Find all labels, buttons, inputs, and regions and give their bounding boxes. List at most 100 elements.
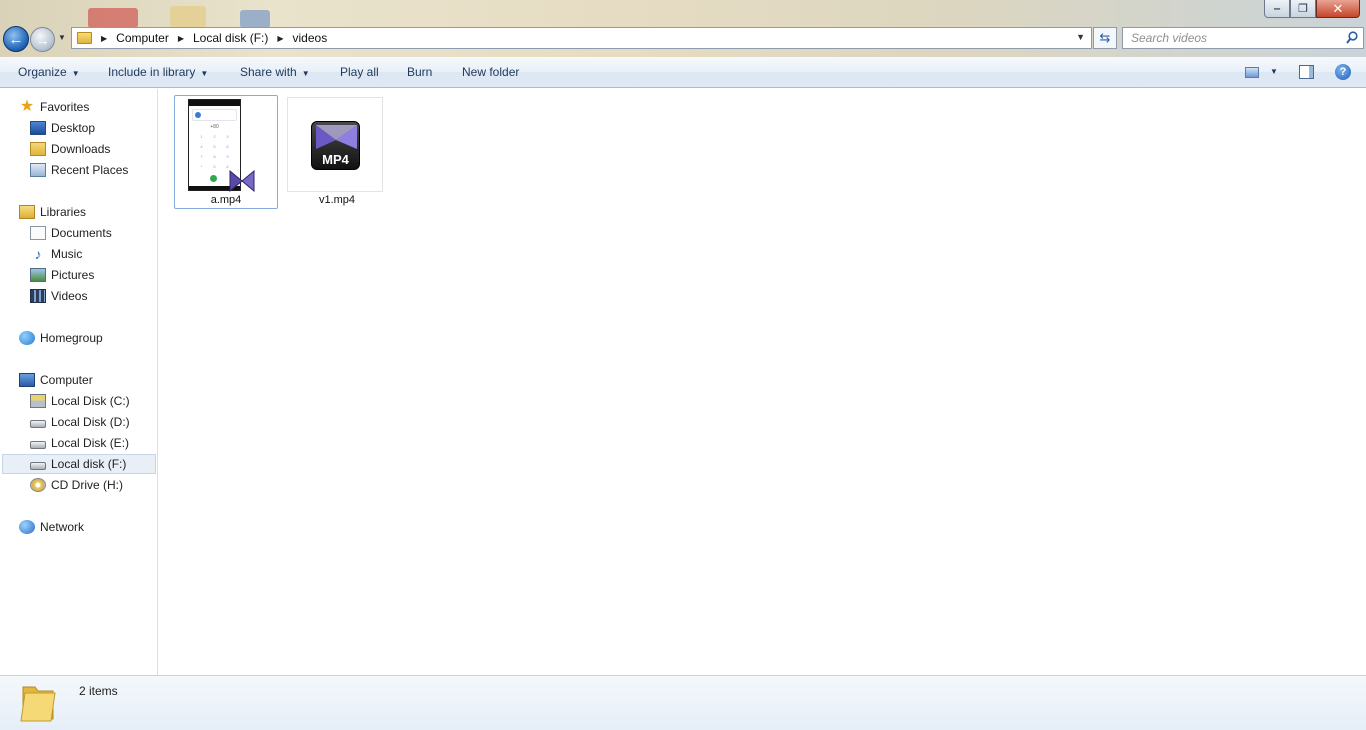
breadcrumb-videos[interactable]: videos — [293, 31, 328, 45]
file-list-area[interactable]: +80 123 456 789 * 0 # a.mp4 MP4 v1.mp4 — [159, 89, 1366, 675]
command-bar: Organize ▼ Include in library ▼ Share with… — [0, 57, 1366, 88]
music-note-icon: ♪ — [34, 246, 42, 262]
maximize-button[interactable]: ❐ — [1290, 0, 1316, 18]
nav-item-downloads[interactable]: Downloads — [30, 139, 110, 159]
nav-item-local-disk-c[interactable]: Local Disk (C:) — [30, 391, 130, 411]
breadcrumb-computer[interactable]: Computer — [116, 31, 169, 45]
search-icon[interactable] — [1346, 31, 1358, 45]
star-icon: ★ — [19, 98, 35, 115]
share-with-label: Share with — [240, 65, 297, 79]
share-with-button[interactable]: Share with ▼ — [240, 65, 310, 79]
pictures-icon — [30, 268, 46, 282]
breadcrumb-separator-icon[interactable]: ▶ — [101, 34, 107, 43]
nav-libraries[interactable]: Libraries — [19, 202, 86, 222]
nav-item-local-disk-e[interactable]: Local Disk (E:) — [30, 433, 129, 453]
nav-computer[interactable]: Computer — [19, 370, 93, 390]
hard-drive-icon — [30, 462, 46, 470]
nav-item-local-disk-d[interactable]: Local Disk (D:) — [30, 412, 130, 432]
new-folder-button[interactable]: New folder — [462, 65, 519, 79]
keypad-key: 0 — [213, 164, 216, 169]
thumbnail-frame: MP4 — [287, 97, 383, 192]
nav-item-desktop[interactable]: Desktop — [30, 118, 95, 138]
libraries-icon — [19, 205, 35, 219]
window-controls: ‒ ❐ ✕ — [1264, 0, 1360, 18]
nav-label: Local Disk (C:) — [51, 394, 130, 408]
breadcrumb-separator-icon[interactable]: ▶ — [277, 34, 283, 43]
address-dropdown-icon[interactable]: ▼ — [1076, 32, 1085, 42]
forward-button[interactable]: → — [30, 27, 55, 52]
view-options-dropdown-icon[interactable]: ▼ — [1270, 67, 1278, 76]
file-item-v1-mp4[interactable]: MP4 v1.mp4 — [285, 95, 389, 209]
refresh-button[interactable]: ⇆ — [1093, 27, 1117, 49]
keypad-key: 1 — [200, 134, 203, 139]
homegroup-icon — [19, 331, 35, 345]
back-button[interactable]: ← — [3, 26, 29, 52]
close-button[interactable]: ✕ — [1316, 0, 1360, 18]
mp4-badge-text: MP4 — [322, 152, 349, 167]
recent-places-icon — [30, 163, 46, 177]
help-icon[interactable]: ? — [1335, 64, 1351, 80]
nav-item-music[interactable]: ♪ Music — [30, 244, 83, 264]
chevron-down-icon: ▼ — [71, 69, 80, 78]
nav-label: Pictures — [51, 268, 95, 282]
back-arrow-icon: ← — [8, 30, 24, 48]
cd-drive-icon — [30, 478, 46, 492]
change-view-icon[interactable] — [1245, 67, 1259, 78]
nav-network[interactable]: Network — [19, 517, 84, 537]
nav-label: CD Drive (H:) — [51, 478, 123, 492]
navigation-pane: ★ Favorites Desktop Downloads Recent Plac… — [0, 89, 158, 675]
downloads-folder-icon — [30, 142, 46, 156]
search-input[interactable] — [1123, 28, 1328, 48]
nav-item-videos[interactable]: Videos — [30, 286, 87, 306]
organize-button[interactable]: Organize ▼ — [18, 65, 80, 79]
chevron-down-icon: ▼ — [200, 69, 209, 78]
nav-item-documents[interactable]: Documents — [30, 223, 112, 243]
nav-label: Local disk (F:) — [51, 457, 127, 471]
nav-item-pictures[interactable]: Pictures — [30, 265, 94, 285]
nav-label: Local Disk (E:) — [51, 436, 130, 450]
nav-label: Libraries — [40, 205, 87, 219]
file-item-a-mp4[interactable]: +80 123 456 789 * 0 # a.mp4 — [174, 95, 278, 209]
nav-label: Local Disk (D:) — [51, 415, 130, 429]
item-count: 2 items — [79, 684, 118, 698]
media-player-overlay-icon — [229, 170, 255, 192]
address-bar[interactable]: ▶ Computer ▶ Local disk (F:) ▶ videos ▼ — [71, 27, 1092, 49]
nav-label: Favorites — [40, 100, 90, 114]
nav-label: Documents — [51, 226, 112, 240]
burn-button[interactable]: Burn — [407, 65, 432, 79]
media-player-logo-icon — [316, 125, 357, 149]
hard-drive-icon — [30, 420, 46, 428]
keypad-key: 8 — [213, 154, 216, 159]
film-strip-icon — [30, 289, 46, 303]
documents-icon — [30, 226, 46, 240]
nav-item-cd-drive-h[interactable]: CD Drive (H:) — [30, 475, 123, 495]
keypad-key: 7 — [200, 154, 203, 159]
minimize-button[interactable]: ‒ — [1264, 0, 1290, 18]
nav-label: Downloads — [51, 142, 111, 156]
folder-icon — [20, 686, 56, 722]
desktop-icon — [30, 121, 46, 135]
keypad-key: * — [200, 164, 203, 169]
play-all-button[interactable]: Play all — [340, 65, 379, 79]
recent-pages-dropdown[interactable]: ▼ — [58, 33, 66, 42]
details-pane: 2 items — [0, 675, 1366, 730]
nav-homegroup[interactable]: Homegroup — [19, 328, 103, 348]
keypad-key: 5 — [213, 144, 216, 149]
keypad-key: 4 — [200, 144, 203, 149]
search-box[interactable] — [1122, 27, 1364, 49]
chevron-down-icon: ▼ — [301, 69, 310, 78]
desktop-background-decoration — [88, 8, 138, 28]
nav-favorites[interactable]: ★ Favorites — [19, 97, 90, 117]
breadcrumb-local-disk-f[interactable]: Local disk (F:) — [193, 31, 268, 45]
nav-item-local-disk-f[interactable]: Local disk (F:) — [2, 454, 156, 474]
include-in-library-button[interactable]: Include in library ▼ — [108, 65, 208, 79]
folder-icon — [77, 32, 92, 44]
desktop-background-decoration — [170, 6, 206, 28]
nav-item-recent-places[interactable]: Recent Places — [30, 160, 128, 180]
preview-pane-icon[interactable] — [1299, 65, 1314, 79]
file-name: a.mp4 — [210, 194, 242, 206]
keypad-key: # — [226, 164, 229, 169]
breadcrumb-separator-icon[interactable]: ▶ — [178, 34, 184, 43]
keypad-key: 2 — [213, 134, 216, 139]
phone-status-bar — [189, 100, 240, 106]
